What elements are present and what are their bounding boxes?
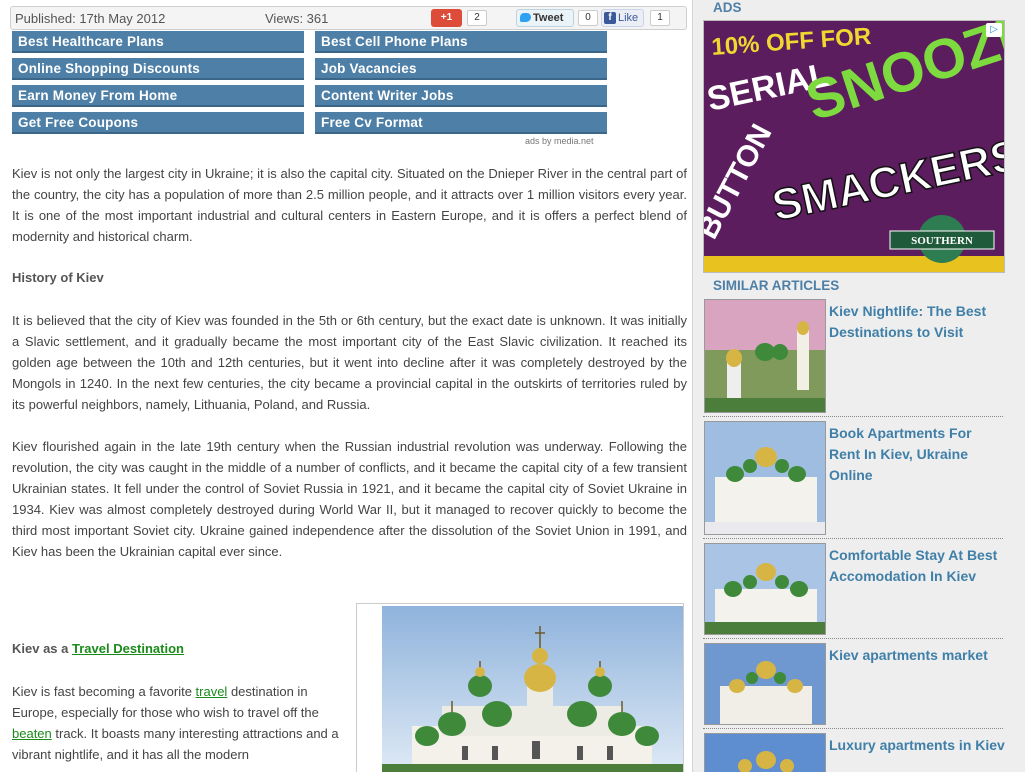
tweet-count: 0 (578, 10, 598, 26)
like-count: 1 (650, 10, 670, 26)
travel-text-3: track. It boasts many interesting attrac… (12, 726, 339, 762)
intro-paragraph: Kiev is not only the largest city in Ukr… (12, 166, 687, 244)
thumb-illustration-3 (705, 544, 825, 634)
facebook-icon: f (604, 12, 616, 24)
article-meta-bar: Published: 17th May 2012 Views: 361 +1 2… (10, 6, 687, 30)
travel-heading-prefix: Kiev as a (12, 641, 72, 656)
sidebar: ADS 10% OFF FOR SERIAL SNOOZE BUTTON SMA… (692, 0, 1025, 772)
travel-paragraph: Kiev is fast becoming a favorite travel … (12, 681, 347, 765)
ads-by-label[interactable]: ads by media.net (525, 136, 594, 146)
thumb-illustration-5 (705, 734, 825, 772)
facebook-like-button[interactable]: f Like (601, 9, 644, 27)
ad-banner[interactable]: 10% OFF FOR SERIAL SNOOZE BUTTON SMACKER… (703, 20, 1005, 273)
main-content: Published: 17th May 2012 Views: 361 +1 2… (0, 0, 697, 772)
article-thumb-4[interactable] (704, 643, 826, 725)
ad-brand: SOUTHERN (911, 235, 973, 247)
article-title-1[interactable]: Kiev Nightlife: The Best Destinations to… (829, 301, 1005, 343)
tweet-label: Tweet (533, 12, 564, 24)
ads-heading: ADS (713, 0, 742, 15)
history-paragraph-2: Kiev flourished again in the late 19th c… (12, 439, 687, 559)
cathedral-photo (356, 603, 684, 772)
ad-link-earn-money[interactable]: Earn Money From Home (12, 85, 304, 107)
travel-text-1: Kiev is fast becoming a favorite (12, 684, 196, 699)
google-plus-button[interactable]: +1 (431, 9, 462, 27)
article-title-5[interactable]: Luxury apartments in Kiev (829, 735, 1005, 756)
published-date: Published: 17th May 2012 (15, 11, 166, 26)
ad-banner-art: 10% OFF FOR SERIAL SNOOZE BUTTON SMACKER… (704, 21, 1004, 272)
article-thumb-1[interactable] (704, 299, 826, 413)
google-plus-count: 2 (467, 10, 487, 26)
similar-article-5[interactable]: Luxury apartments in Kiev (703, 733, 1005, 772)
view-count: Views: 361 (265, 11, 329, 26)
article-title-3[interactable]: Comfortable Stay At Best Accomodation In… (829, 545, 1005, 587)
similar-article-1[interactable]: Kiev Nightlife: The Best Destinations to… (703, 299, 1003, 417)
article-thumb-3[interactable] (704, 543, 826, 635)
similar-article-3[interactable]: Comfortable Stay At Best Accomodation In… (703, 543, 1003, 639)
thumb-illustration-2 (705, 422, 825, 534)
history-heading: History of Kiev (12, 270, 104, 285)
ad-link-job-vacancies[interactable]: Job Vacancies (315, 58, 607, 80)
similar-article-4[interactable]: Kiev apartments market (703, 643, 1003, 729)
article-thumb-5[interactable] (704, 733, 826, 772)
travel-link[interactable]: travel (196, 684, 228, 699)
similar-article-2[interactable]: Book Apartments For Rent In Kiev, Ukrain… (703, 421, 1003, 539)
thumb-illustration-1 (705, 300, 825, 412)
cathedral-illustration (382, 606, 683, 772)
ad-link-healthcare[interactable]: Best Healthcare Plans (12, 31, 304, 53)
article-thumb-2[interactable] (704, 421, 826, 535)
ad-link-coupons[interactable]: Get Free Coupons (12, 112, 304, 134)
article-title-2[interactable]: Book Apartments For Rent In Kiev, Ukrain… (829, 423, 1005, 486)
ad-link-cell-phone[interactable]: Best Cell Phone Plans (315, 31, 607, 53)
twitter-bird-icon (520, 13, 531, 22)
similar-articles-heading: SIMILAR ARTICLES (713, 278, 840, 293)
ad-link-writer-jobs[interactable]: Content Writer Jobs (315, 85, 607, 107)
travel-destination-link[interactable]: Travel Destination (72, 641, 184, 656)
thumb-illustration-4 (705, 644, 825, 724)
google-plus-label: +1 (440, 12, 453, 23)
history-paragraph-1: It is believed that the city of Kiev was… (12, 313, 687, 412)
beaten-link[interactable]: beaten (12, 726, 52, 741)
ad-choices-icon[interactable]: ▷ (986, 23, 1002, 37)
ad-link-shopping[interactable]: Online Shopping Discounts (12, 58, 304, 80)
article-title-4[interactable]: Kiev apartments market (829, 645, 1005, 666)
like-label: Like (618, 12, 639, 24)
tweet-button[interactable]: Tweet (516, 9, 574, 27)
travel-heading: Kiev as a Travel Destination (12, 641, 184, 656)
ad-link-cv-format[interactable]: Free Cv Format (315, 112, 607, 134)
